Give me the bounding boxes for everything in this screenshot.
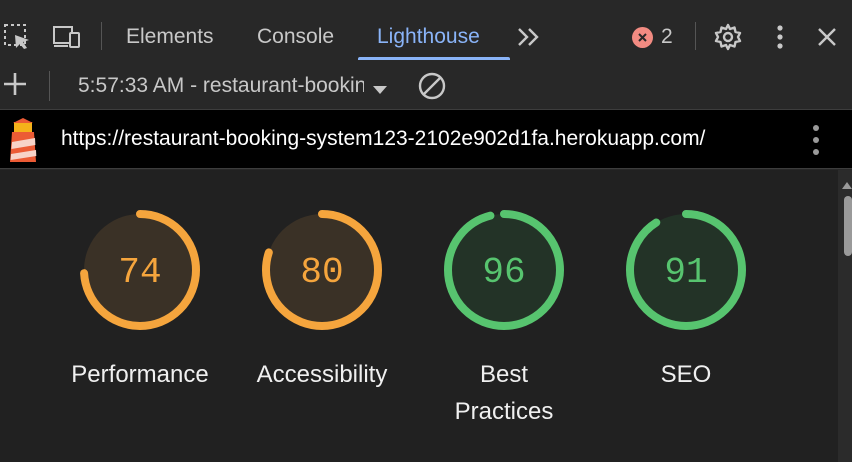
gauge-ring: 74 xyxy=(80,210,200,330)
chevron-down-icon[interactable] xyxy=(372,82,388,100)
gear-icon[interactable] xyxy=(713,22,743,52)
score-gauge-seo[interactable]: 91 SEO xyxy=(595,208,777,393)
error-count: 2 xyxy=(661,25,673,48)
devtools-tabbar: Elements Console Lighthouse 2 xyxy=(0,0,852,70)
close-icon[interactable] xyxy=(812,22,842,52)
score-label: Performance xyxy=(71,361,209,388)
tabbar-divider xyxy=(695,22,696,50)
error-icon xyxy=(632,26,653,48)
lighthouse-toolbar: 5:57:33 AM - restaurant-booking-system12… xyxy=(0,61,852,110)
scrollbar-thumb[interactable] xyxy=(844,196,852,256)
svg-text:91: 91 xyxy=(664,252,707,293)
svg-text:74: 74 xyxy=(118,252,161,293)
score-label: SEO xyxy=(660,361,712,388)
tabbar-divider xyxy=(101,22,102,50)
tab-console[interactable]: Console xyxy=(257,25,334,49)
report-menu-icon[interactable] xyxy=(806,123,826,157)
score-label: Best Practices xyxy=(454,361,554,425)
report-url[interactable]: https://restaurant-booking-system123-210… xyxy=(61,127,705,151)
scroll-up-arrow-icon[interactable] xyxy=(842,176,852,194)
inspect-element-icon[interactable] xyxy=(2,22,32,52)
error-counter[interactable]: 2 xyxy=(632,25,673,49)
clear-icon[interactable] xyxy=(417,71,447,101)
gauge-ring: 91 xyxy=(626,210,746,330)
gauge-ring: 80 xyxy=(262,210,382,330)
kebab-menu-icon[interactable] xyxy=(765,22,795,52)
lighthouse-logo-icon xyxy=(7,118,39,164)
tab-elements[interactable]: Elements xyxy=(126,25,214,49)
more-tabs-icon[interactable] xyxy=(514,22,544,52)
report-select[interactable]: 5:57:33 AM - restaurant-booking-system12… xyxy=(78,74,364,98)
report-url-bar: https://restaurant-booking-system123-210… xyxy=(0,110,852,169)
score-gauge-accessibility[interactable]: 80 Accessibility xyxy=(231,208,413,393)
svg-text:80: 80 xyxy=(300,252,343,293)
device-toolbar-icon[interactable] xyxy=(52,22,82,52)
score-gauge-best-practices[interactable]: 96 Best Practices xyxy=(413,208,595,430)
toolbar-divider xyxy=(49,71,50,101)
score-gauge-performance[interactable]: 74 Performance xyxy=(49,208,231,393)
active-tab-indicator xyxy=(358,57,510,60)
svg-text:96: 96 xyxy=(482,252,525,293)
lighthouse-report: 74 Performance 80 Accessibility 96 Best … xyxy=(0,170,838,462)
gauge-ring: 96 xyxy=(444,210,564,330)
tab-lighthouse[interactable]: Lighthouse xyxy=(377,25,480,49)
score-label: Accessibility xyxy=(256,361,388,388)
plus-icon[interactable] xyxy=(2,71,28,97)
